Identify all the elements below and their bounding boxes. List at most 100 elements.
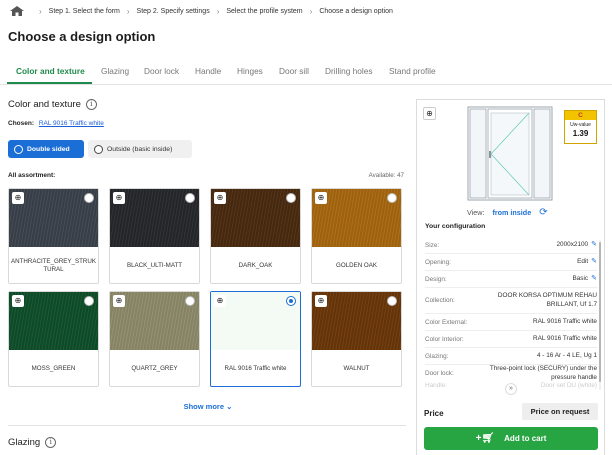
config-label: Door lock:: [425, 370, 454, 377]
swatch-ral-9016-traffic-white[interactable]: ⊕ RAL 9016 Traffic white: [210, 291, 301, 387]
tab-stand-profile[interactable]: Stand profile: [389, 57, 436, 85]
config-row-collection: Collection: DOOR KORSA OPTIMUM REHAU BRI…: [425, 288, 597, 314]
swatch-radio[interactable]: [286, 296, 296, 306]
uw-label: Uw-value: [570, 122, 591, 128]
swatch-golden-oak[interactable]: ⊕ GOLDEN OAK: [311, 188, 402, 284]
glazing-section-title: Glazing i: [8, 437, 57, 448]
configuration-title: Your configuration: [425, 223, 486, 230]
zoom-icon[interactable]: ⊕: [315, 295, 327, 307]
tab-door-lock[interactable]: Door lock: [144, 57, 179, 85]
swatch-black-ulti-matt[interactable]: ⊕ BLACK_ULTI-MATT: [109, 188, 200, 284]
info-icon[interactable]: i: [85, 99, 97, 110]
price-label: Price: [424, 409, 444, 418]
home-icon[interactable]: [10, 6, 24, 16]
chosen-label: Chosen:: [8, 120, 34, 127]
zoom-icon[interactable]: ⊕: [113, 192, 125, 204]
swatch-radio[interactable]: [84, 193, 94, 203]
config-row-size: Size: 2000x2100 ✎: [425, 237, 597, 254]
pencil-icon[interactable]: ✎: [591, 240, 597, 249]
breadcrumb-step-3[interactable]: Select the profile system: [226, 8, 302, 15]
add-to-cart-button[interactable]: +🛒︎ Add to cart: [424, 427, 598, 450]
outside-basic-inside-toggle[interactable]: Outside (basic inside): [88, 140, 192, 158]
pencil-icon[interactable]: ✎: [591, 274, 597, 283]
pencil-icon[interactable]: ✎: [591, 257, 597, 266]
zoom-icon[interactable]: ⊕: [214, 295, 226, 307]
swatch-radio[interactable]: [387, 296, 397, 306]
config-label: Color External:: [425, 318, 468, 326]
swatch-radio[interactable]: [387, 193, 397, 203]
swatch-name: ANTHRACITE_GREY_STRUKTURAL: [11, 257, 96, 273]
cart-icon: +🛒︎: [475, 433, 495, 444]
view-from-inside-link[interactable]: from inside: [492, 208, 531, 217]
config-label: Design:: [425, 275, 447, 283]
glazing-section-title-text: Glazing: [8, 437, 41, 448]
tab-drilling-holes[interactable]: Drilling holes: [325, 57, 373, 85]
zoom-icon[interactable]: ⊕: [315, 192, 327, 204]
available-count: Available: 47: [368, 172, 404, 179]
config-label: Opening:: [425, 258, 451, 266]
tab-color-and-texture[interactable]: Color and texture: [16, 57, 85, 85]
config-scrollbar-thumb[interactable]: [599, 242, 601, 382]
tab-glazing[interactable]: Glazing: [101, 57, 129, 85]
swatch-name: DARK_OAK: [238, 261, 273, 269]
chevrons-down-icon[interactable]: »: [505, 383, 517, 395]
zoom-icon[interactable]: ⊕: [12, 295, 24, 307]
refresh-icon[interactable]: ⟳: [539, 207, 547, 218]
config-row-door-lock: Door lock: Three-point lock (SECURY) und…: [425, 365, 597, 382]
swatch-dark-oak[interactable]: ⊕ DARK_OAK: [210, 188, 301, 284]
swatch-name: GOLDEN OAK: [336, 261, 377, 269]
config-value: Three-point lock (SECURY) under the pres…: [489, 364, 597, 381]
swatch-radio[interactable]: [185, 193, 195, 203]
breadcrumb-step-1[interactable]: Step 1. Select the form: [49, 8, 120, 15]
breadcrumb-step-2[interactable]: Step 2. Specify settings: [137, 8, 210, 15]
swatch-quartz-grey[interactable]: ⊕ QUARTZ_GREY: [109, 291, 200, 387]
swatch-radio[interactable]: [286, 193, 296, 203]
color-section-title: Color and texture i: [8, 99, 97, 110]
swatch-name: BLACK_ULTI-MATT: [126, 261, 183, 269]
config-row-color-interior: Color Interior: RAL 9016 Traffic white: [425, 331, 597, 348]
config-label: Glazing:: [425, 352, 449, 360]
outside-basic-inside-label: Outside (basic inside): [107, 145, 173, 153]
double-sided-toggle[interactable]: Double sided: [8, 140, 84, 158]
section-divider: [8, 425, 406, 426]
price-on-request: Price on request: [522, 403, 598, 420]
all-assortment-label: All assortment:: [8, 172, 56, 179]
view-label: View:: [467, 208, 485, 217]
config-value: DOOR KORSA OPTIMUM REHAU BRILLANT, Uf 1.…: [497, 291, 597, 308]
tab-hinges[interactable]: Hinges: [237, 57, 263, 85]
chevron-right-icon: ›: [39, 6, 42, 16]
tab-handle[interactable]: Handle: [195, 57, 221, 85]
config-row-opening: Opening: Edit ✎: [425, 254, 597, 271]
swatch-anthracite-grey[interactable]: ⊕ ANTHRACITE_GREY_STRUKTURAL: [8, 188, 99, 284]
chosen-color-link[interactable]: RAL 9016 Traffic white: [39, 120, 104, 127]
show-more-button[interactable]: Show more ⌄: [168, 402, 248, 411]
tab-door-sill[interactable]: Door sill: [279, 57, 309, 85]
uw-value: 1.39: [572, 129, 589, 138]
config-value[interactable]: Edit: [577, 258, 588, 267]
chosen-color: Chosen: RAL 9016 Traffic white: [8, 120, 104, 127]
chevron-right-icon: ›: [309, 6, 313, 16]
config-value-wrap: Edit ✎: [577, 257, 597, 266]
page-title: Choose a design option: [8, 29, 156, 44]
zoom-icon[interactable]: ⊕: [214, 192, 226, 204]
radio-icon: [94, 144, 103, 154]
config-value-wrap: Basic ✎: [572, 274, 597, 283]
uw-value-badge: C Uw-value 1.39: [564, 110, 597, 144]
swatch-moss-green[interactable]: ⊕ MOSS_GREEN: [8, 291, 99, 387]
swatch-radio[interactable]: [84, 296, 94, 306]
radio-icon: [14, 144, 23, 154]
door-preview-image: [467, 106, 553, 201]
config-value: 4 - 16 Ar - 4 LE, Ug 1: [536, 351, 597, 359]
zoom-icon[interactable]: ⊕: [113, 295, 125, 307]
info-icon[interactable]: i: [45, 437, 57, 448]
swatch-walnut[interactable]: ⊕ WALNUT: [311, 291, 402, 387]
design-tabs: Color and texture Glazing Door lock Hand…: [0, 57, 612, 85]
add-to-cart-label: Add to cart: [504, 434, 547, 443]
zoom-icon[interactable]: ⊕: [12, 192, 24, 204]
zoom-icon[interactable]: ⊕: [423, 107, 436, 120]
config-label: Collection:: [425, 297, 455, 304]
swatch-radio[interactable]: [185, 296, 195, 306]
configuration-panel: ⊕ C Uw-value 1.39 View: from inside ⟳ Yo…: [416, 99, 605, 455]
chevron-right-icon: ›: [216, 6, 220, 16]
double-sided-label: Double sided: [27, 145, 70, 153]
